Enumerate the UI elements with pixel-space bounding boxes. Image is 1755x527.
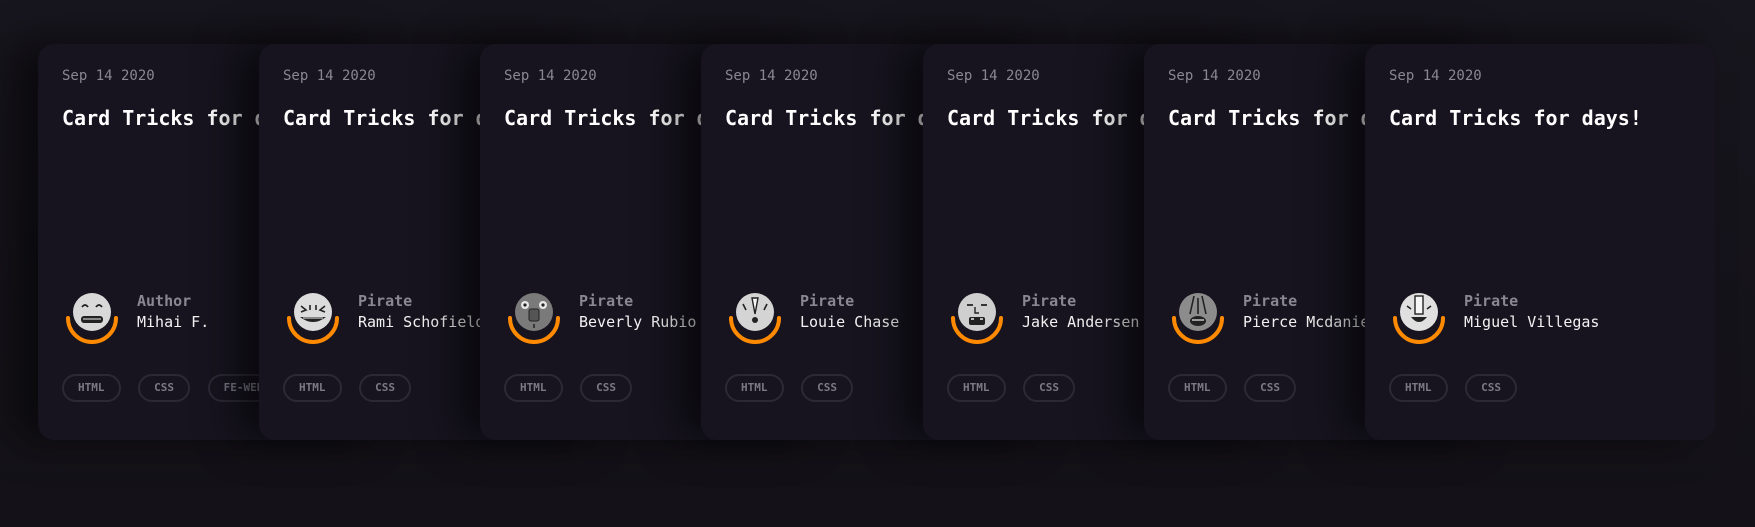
avatar-icon[interactable] xyxy=(1168,288,1228,348)
tag-html[interactable]: HTML xyxy=(283,374,342,402)
avatar-icon[interactable] xyxy=(1389,288,1449,348)
avatar-icon[interactable] xyxy=(283,288,343,348)
tag-list: HTML CSS xyxy=(504,374,640,402)
avatar-icon[interactable] xyxy=(504,288,564,348)
card-date: Sep 14 2020 xyxy=(947,68,1040,84)
tag-css[interactable]: CSS xyxy=(359,374,412,402)
tag-css[interactable]: CSS xyxy=(138,374,191,402)
avatar-icon[interactable] xyxy=(62,288,122,348)
tag-html[interactable]: HTML xyxy=(947,374,1006,402)
author-role: Pirate xyxy=(579,292,634,310)
author-name[interactable]: Mihai F. xyxy=(137,313,209,331)
author-name[interactable]: Pierce Mcdaniel xyxy=(1243,313,1378,331)
tag-list: HTML CSS xyxy=(283,374,419,402)
card-title[interactable]: Card Tricks for days! xyxy=(1389,106,1642,130)
card-date: Sep 14 2020 xyxy=(283,68,376,84)
author-name[interactable]: Rami Schofield xyxy=(358,313,484,331)
author-role: Pirate xyxy=(1243,292,1298,310)
tag-html[interactable]: HTML xyxy=(1168,374,1227,402)
card-date: Sep 14 2020 xyxy=(504,68,597,84)
author-role: Pirate xyxy=(800,292,855,310)
tag-html[interactable]: HTML xyxy=(504,374,563,402)
author-name[interactable]: Louie Chase xyxy=(800,313,899,331)
card-date: Sep 14 2020 xyxy=(62,68,155,84)
card-stack: Sep 14 2020 Card Tricks for days! Author… xyxy=(0,0,1755,527)
author-role: Pirate xyxy=(358,292,413,310)
tag-list: HTML CSS xyxy=(947,374,1083,402)
tag-html[interactable]: HTML xyxy=(1389,374,1448,402)
card-date: Sep 14 2020 xyxy=(1168,68,1261,84)
tag-css[interactable]: CSS xyxy=(1244,374,1297,402)
card-date: Sep 14 2020 xyxy=(1389,68,1482,84)
author-role: Pirate xyxy=(1464,292,1519,310)
tag-css[interactable]: CSS xyxy=(801,374,854,402)
tag-html[interactable]: HTML xyxy=(725,374,784,402)
author-name[interactable]: Jake Andersen xyxy=(1022,313,1139,331)
tag-css[interactable]: CSS xyxy=(1023,374,1076,402)
card-date: Sep 14 2020 xyxy=(725,68,818,84)
author-name[interactable]: Beverly Rubio xyxy=(579,313,696,331)
tag-css[interactable]: CSS xyxy=(580,374,633,402)
tag-list: HTML CSS xyxy=(1168,374,1304,402)
author-role: Pirate xyxy=(1022,292,1077,310)
card[interactable]: Sep 14 2020 Card Tricks for days! Pirate… xyxy=(1365,44,1715,440)
tag-list: HTML CSS xyxy=(1389,374,1525,402)
author-name[interactable]: Miguel Villegas xyxy=(1464,313,1599,331)
author-role: Author xyxy=(137,292,192,310)
tag-list: HTML CSS xyxy=(725,374,861,402)
tag-html[interactable]: HTML xyxy=(62,374,121,402)
avatar-icon[interactable] xyxy=(947,288,1007,348)
avatar-icon[interactable] xyxy=(725,288,785,348)
tag-css[interactable]: CSS xyxy=(1465,374,1518,402)
